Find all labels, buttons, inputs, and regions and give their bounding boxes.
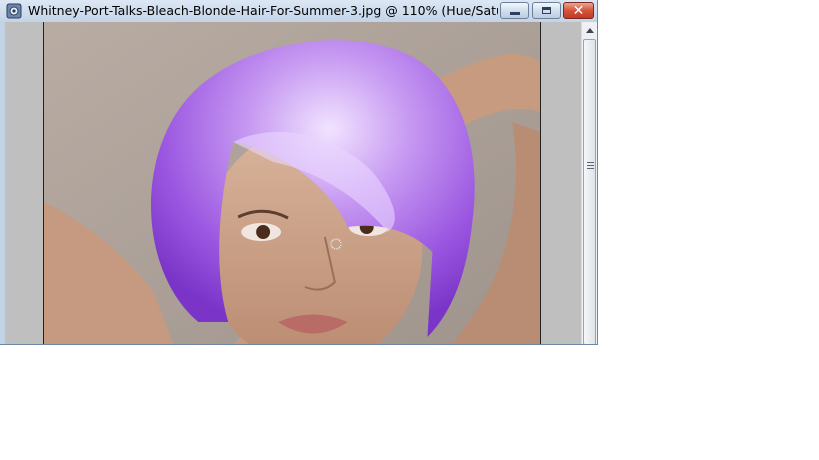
- vertical-scrollbar[interactable]: [581, 22, 597, 344]
- close-button[interactable]: ✕: [563, 2, 594, 19]
- scroll-up-arrow-icon: [586, 27, 594, 33]
- scroll-up-button[interactable]: [582, 22, 597, 38]
- scroll-grip-icon: [587, 162, 594, 169]
- minimize-icon: [509, 11, 520, 15]
- title-bar[interactable]: Whitney-Port-Talks-Bleach-Blonde-Hair-Fo…: [0, 0, 597, 22]
- canvas-area[interactable]: [5, 22, 581, 345]
- scroll-thumb[interactable]: [583, 39, 596, 344]
- close-icon: ✕: [572, 2, 585, 19]
- document-window: Whitney-Port-Talks-Bleach-Blonde-Hair-Fo…: [0, 0, 598, 345]
- brush-cursor-icon: [330, 238, 342, 250]
- minimize-button[interactable]: [500, 2, 529, 19]
- photoshop-document-icon: [6, 3, 22, 19]
- maximize-button[interactable]: [532, 2, 561, 19]
- maximize-icon: [542, 7, 551, 14]
- window-title: Whitney-Port-Talks-Bleach-Blonde-Hair-Fo…: [28, 3, 498, 18]
- document-image[interactable]: [43, 22, 541, 345]
